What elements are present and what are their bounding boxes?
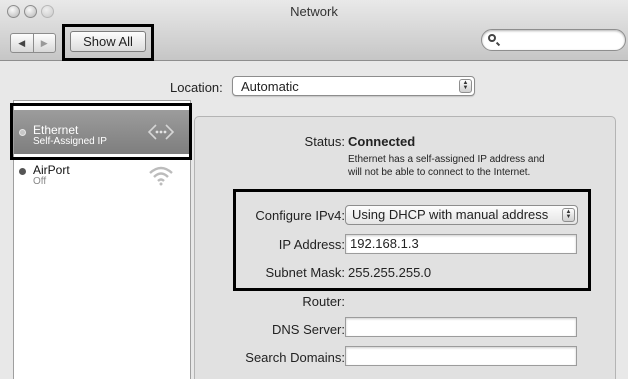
status-note-line2: will not be able to connect to the Inter… bbox=[348, 167, 531, 178]
service-item-airport[interactable]: AirPort Off bbox=[14, 156, 190, 200]
status-label: Status: bbox=[304, 134, 345, 149]
status-dot-icon bbox=[19, 168, 26, 175]
back-forward-control: ◀ ▶ bbox=[10, 33, 56, 53]
status-note-line1: Ethernet has a self-assigned IP address … bbox=[348, 154, 545, 165]
service-name: AirPort bbox=[33, 163, 70, 177]
router-label: Router: bbox=[302, 294, 345, 309]
dns-server-label: DNS Server: bbox=[272, 322, 345, 337]
title-toolbar: Network ◀ ▶ Show All bbox=[0, 0, 628, 61]
ethernet-highlight-box bbox=[10, 103, 192, 160]
window-title: Network bbox=[290, 4, 338, 19]
location-value: Automatic bbox=[241, 79, 299, 94]
location-popup[interactable]: Automatic ▲ ▼ bbox=[232, 76, 475, 96]
forward-icon[interactable]: ▶ bbox=[32, 34, 56, 52]
search-icon bbox=[488, 34, 496, 42]
wifi-icon bbox=[149, 166, 173, 186]
dns-server-field[interactable] bbox=[345, 317, 577, 337]
search-domains-label: Search Domains: bbox=[245, 350, 345, 365]
show-all-button[interactable]: Show All bbox=[70, 31, 146, 52]
back-icon[interactable]: ◀ bbox=[11, 34, 33, 52]
search-domains-field[interactable] bbox=[345, 346, 577, 366]
network-preferences-window: Network ◀ ▶ Show All Location: Automatic… bbox=[0, 0, 628, 379]
search-field[interactable] bbox=[481, 29, 626, 51]
location-label: Location: bbox=[170, 80, 223, 95]
popup-arrows-icon: ▲ ▼ bbox=[459, 79, 472, 93]
service-status: Off bbox=[33, 176, 47, 187]
ipv4-settings-highlight-box bbox=[233, 189, 591, 291]
status-value: Connected bbox=[348, 134, 416, 149]
